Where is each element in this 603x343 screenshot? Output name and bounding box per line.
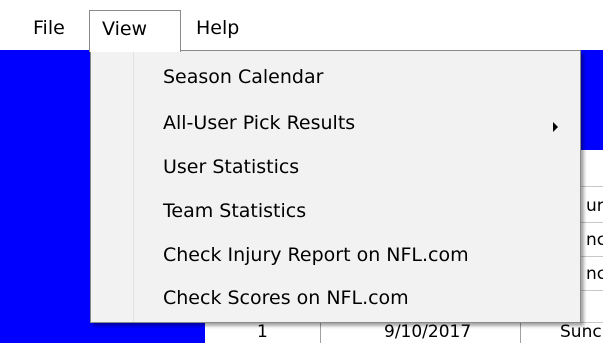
grid-cell: urs	[586, 196, 603, 216]
grid-cell: nc	[586, 264, 603, 284]
menu-bar: File View Help	[0, 0, 603, 52]
grid-cell-date: 9/10/2017	[384, 322, 472, 342]
submenu-arrow-icon	[553, 122, 558, 132]
menu-help[interactable]: Help	[184, 10, 251, 48]
menu-icon-gutter	[91, 51, 134, 322]
menu-item-user-statistics[interactable]: User Statistics	[163, 149, 299, 185]
grid-cell: nc	[586, 230, 603, 250]
menu-item-season-calendar[interactable]: Season Calendar	[163, 59, 323, 95]
menu-view[interactable]: View	[89, 10, 181, 52]
menu-file[interactable]: File	[21, 10, 77, 48]
grid-cell-day: Sunc	[560, 322, 602, 342]
menu-item-check-injury-report[interactable]: Check Injury Report on NFL.com	[163, 237, 469, 273]
grid-cell-week: 1	[257, 322, 268, 342]
menu-item-all-user-pick-results[interactable]: All-User Pick Results	[163, 105, 355, 141]
view-menu-dropdown: Season Calendar All-User Pick Results Us…	[90, 50, 581, 323]
menu-item-check-scores[interactable]: Check Scores on NFL.com	[163, 280, 409, 316]
menu-item-team-statistics[interactable]: Team Statistics	[163, 193, 306, 229]
